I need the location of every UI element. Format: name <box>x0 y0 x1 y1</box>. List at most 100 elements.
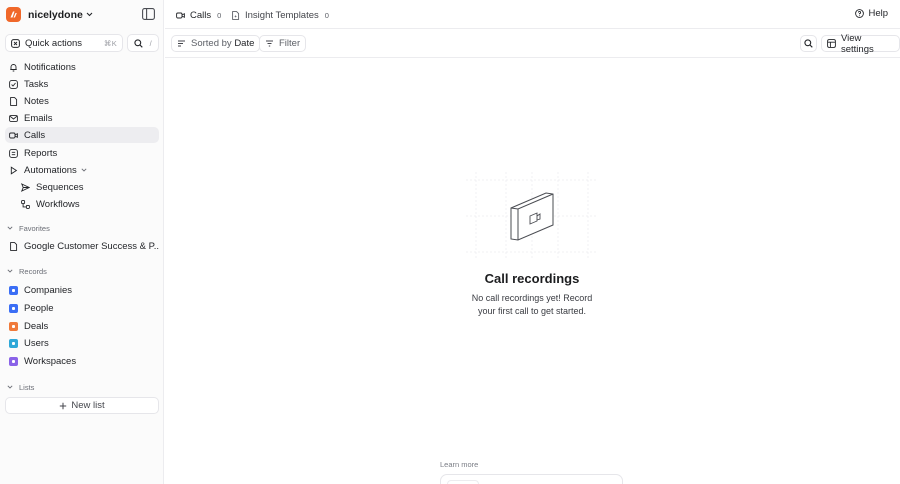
workspace-name: nicelydone <box>28 8 83 21</box>
sidebar-item-label: Notes <box>24 95 49 107</box>
search-icon <box>134 38 143 48</box>
deals-icon <box>9 321 18 331</box>
tab-label: Insight Templates <box>245 9 319 21</box>
command-icon <box>11 38 20 48</box>
sidebar-search-button[interactable]: / <box>127 34 159 52</box>
sort-label: Sorted by Date <box>191 38 254 49</box>
sidebar-item-people[interactable]: People <box>5 300 159 316</box>
chevron-down-icon <box>86 12 93 17</box>
section-header-label: Favorites <box>19 223 50 233</box>
quick-actions-label: Quick actions <box>25 37 83 49</box>
filter-button[interactable]: Filter <box>259 35 307 52</box>
settings-panel-icon <box>827 39 836 48</box>
sidebar: nicelydone Quick actions ⌘K / Notificati… <box>0 0 164 484</box>
tab-count-badge: 0 <box>324 10 329 20</box>
send-icon <box>21 182 30 192</box>
sidebar-item-label: Users <box>24 337 49 349</box>
sidebar-item-users[interactable]: Users <box>5 335 159 351</box>
help-label: Help <box>868 8 888 19</box>
play-icon <box>9 165 18 175</box>
sidebar-item-calls[interactable]: Calls <box>5 127 159 143</box>
sidebar-item-companies[interactable]: Companies <box>5 282 159 298</box>
sort-icon <box>177 39 186 48</box>
sort-value: Date <box>234 38 255 49</box>
learn-more-label: Learn more <box>440 460 479 469</box>
check-square-icon <box>9 79 18 89</box>
empty-state-title: Call recordings <box>484 271 580 286</box>
tab-calls[interactable]: Calls 0 <box>172 7 225 23</box>
new-list-button[interactable]: New list <box>5 397 159 414</box>
sidebar-item-deals[interactable]: Deals <box>5 318 159 334</box>
video-icon <box>176 11 185 20</box>
sidebar-item-notes[interactable]: Notes <box>5 93 159 109</box>
search-icon <box>804 39 813 48</box>
call-recordings-illustration <box>466 172 598 260</box>
search-shortcut: / <box>149 38 152 48</box>
sparkle-doc-icon <box>231 10 240 20</box>
chevron-down-icon <box>81 168 87 172</box>
mail-icon <box>9 114 18 123</box>
note-icon <box>9 96 18 106</box>
workspace-logo <box>6 7 21 22</box>
sidebar-item-label: Emails <box>24 112 53 124</box>
sidebar-item-label: Reports <box>24 147 58 159</box>
records-section-header[interactable]: Records <box>7 265 47 277</box>
users-icon <box>9 338 18 348</box>
quick-actions-shortcut: ⌘K <box>103 38 117 48</box>
tab-count-badge: 0 <box>217 10 222 20</box>
filter-label: Filter <box>279 38 301 49</box>
help-button[interactable]: Help <box>855 8 888 19</box>
people-icon <box>9 303 18 313</box>
sidebar-item-sequences[interactable]: Sequences <box>17 179 159 195</box>
document-icon <box>9 241 18 251</box>
companies-icon <box>9 285 18 295</box>
video-icon <box>9 131 18 140</box>
filter-icon <box>265 39 274 48</box>
search-button[interactable] <box>800 35 817 52</box>
sidebar-item-label: Notifications <box>24 61 76 73</box>
section-header-label: Records <box>19 266 47 276</box>
favorites-section-header[interactable]: Favorites <box>7 222 50 234</box>
sidebar-item-notifications[interactable]: Notifications <box>5 59 159 75</box>
lists-section-header[interactable]: Lists <box>7 381 34 393</box>
sidebar-item-automations[interactable]: Automations <box>5 162 159 178</box>
tab-insight-templates[interactable]: Insight Templates 0 <box>227 7 333 23</box>
sidebar-item-label: People <box>24 302 54 314</box>
sidebar-item-tasks[interactable]: Tasks <box>5 76 159 92</box>
sidebar-toggle-icon[interactable] <box>142 8 156 21</box>
workspace-switcher[interactable]: nicelydone <box>6 6 93 23</box>
sidebar-item-workflows[interactable]: Workflows <box>17 196 159 212</box>
sidebar-item-reports[interactable]: Reports <box>5 145 159 161</box>
top-bar: Calls 0 Insight Templates 0 Help <box>165 0 900 29</box>
favorite-item-label: Google Customer Success & P... <box>24 240 159 252</box>
chevron-down-icon <box>7 385 13 389</box>
sort-button[interactable]: Sorted by Date <box>171 35 261 52</box>
new-list-label: New list <box>71 400 105 411</box>
sidebar-item-label: Tasks <box>24 78 49 90</box>
section-header-label: Lists <box>19 382 35 392</box>
bell-icon <box>9 63 18 72</box>
view-settings-label: View settings <box>841 32 874 55</box>
sidebar-item-workspaces[interactable]: Workspaces <box>5 353 159 369</box>
tab-label: Calls <box>190 9 212 21</box>
sort-prefix: Sorted by <box>191 38 232 49</box>
plus-icon <box>59 402 67 410</box>
sidebar-item-emails[interactable]: Emails <box>5 110 159 126</box>
learn-more-card[interactable] <box>440 474 623 484</box>
empty-state-description: No call recordings yet! Record your firs… <box>471 293 593 316</box>
quick-actions-button[interactable]: Quick actions ⌘K <box>5 34 123 52</box>
sidebar-item-label: Sequences <box>36 181 84 193</box>
help-circle-icon <box>855 9 865 18</box>
sidebar-item-label: Deals <box>24 320 49 332</box>
learn-more-thumbnail <box>447 480 479 484</box>
chevron-down-icon <box>7 226 13 230</box>
favorite-item[interactable]: Google Customer Success & P... <box>5 238 159 254</box>
sidebar-item-label: Workspaces <box>24 355 77 367</box>
sidebar-item-label: Calls <box>24 129 46 141</box>
workspaces-icon <box>9 356 18 366</box>
quick-actions-row: Quick actions ⌘K / <box>5 34 159 52</box>
view-settings-button[interactable]: View settings <box>821 32 900 55</box>
view-toolbar: Sorted by Date Filter View settings <box>165 29 900 58</box>
report-icon <box>9 148 18 158</box>
chevron-down-icon <box>7 269 13 273</box>
